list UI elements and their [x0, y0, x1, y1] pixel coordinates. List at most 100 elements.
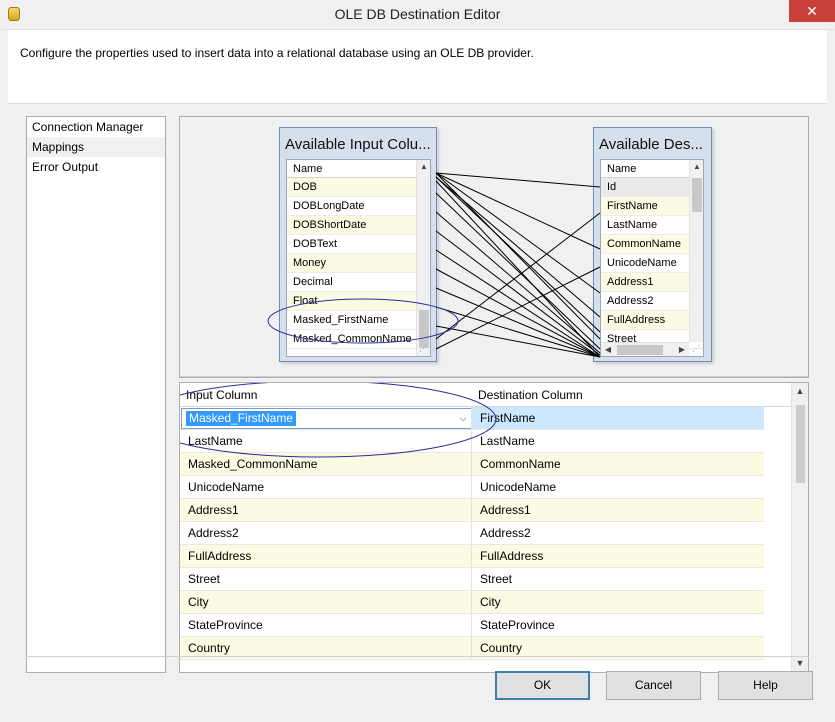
scroll-down-icon[interactable]: ▼: [792, 655, 808, 672]
grid-cell-input[interactable]: Address2: [180, 522, 472, 544]
input-list-item[interactable]: Decimal: [287, 273, 430, 292]
table-row[interactable]: UnicodeName UnicodeName: [180, 476, 764, 499]
dest-list-hscrollbar[interactable]: ◀ ▶: [601, 342, 689, 356]
grid-cell-input[interactable]: LastName: [180, 430, 472, 452]
grid-cell-input[interactable]: City: [180, 591, 472, 613]
scroll-up-icon[interactable]: ▲: [417, 160, 430, 174]
input-columns-title: Available Input Colu...: [285, 136, 431, 153]
mapping-line: [435, 249, 601, 358]
nav-item-error-output[interactable]: Error Output: [27, 157, 165, 177]
header-band: Configure the properties used to insert …: [8, 30, 827, 104]
dest-list-item[interactable]: Address1: [601, 273, 703, 292]
input-columns-list[interactable]: Name DOB DOBLongDate DOBShortDate DOBTex…: [286, 159, 431, 357]
mapping-line: [435, 325, 601, 358]
grid-cell-input[interactable]: FullAddress: [180, 545, 472, 567]
mapping-line: [435, 287, 601, 358]
grid-cell-destination[interactable]: CommonName: [472, 453, 764, 475]
grid-cell-input[interactable]: Address1: [180, 499, 472, 521]
grid-cell-destination[interactable]: FirstName: [472, 407, 764, 429]
scroll-up-icon[interactable]: ▲: [690, 160, 703, 174]
ok-button[interactable]: OK: [495, 671, 590, 700]
table-row[interactable]: Street Street: [180, 568, 764, 591]
table-row[interactable]: FullAddress FullAddress: [180, 545, 764, 568]
scroll-thumb[interactable]: [692, 178, 702, 212]
page-navigation: Connection Manager Mappings Error Output: [26, 116, 166, 673]
mapping-line: [435, 172, 601, 188]
input-list-scrollbar[interactable]: ▲: [416, 160, 430, 356]
chevron-down-icon[interactable]: ⌵: [455, 409, 471, 428]
grid-cell-destination[interactable]: UnicodeName: [472, 476, 764, 498]
mapping-line: [435, 192, 601, 350]
input-list-header: Name: [287, 160, 430, 178]
table-row[interactable]: StateProvince StateProvince: [180, 614, 764, 637]
cancel-button[interactable]: Cancel: [606, 671, 701, 700]
grid-cell-input[interactable]: Masked_CommonName: [180, 453, 472, 475]
header-description: Configure the properties used to insert …: [20, 46, 534, 60]
dest-list-item[interactable]: LastName: [601, 216, 703, 235]
input-columns-box[interactable]: Available Input Colu... Name DOB DOBLong…: [279, 127, 437, 362]
resize-grip-icon[interactable]: ⋰: [689, 342, 703, 356]
resize-grip-icon[interactable]: ⋰: [416, 342, 430, 356]
dest-list-item[interactable]: CommonName: [601, 235, 703, 254]
grid-cell-destination[interactable]: LastName: [472, 430, 764, 452]
input-list-item[interactable]: DOBLongDate: [287, 197, 430, 216]
input-list-item[interactable]: Masked_CommonName: [287, 330, 430, 349]
grid-cell-destination[interactable]: FullAddress: [472, 545, 764, 567]
input-column-dropdown[interactable]: Masked_FirstName ⌵: [181, 408, 471, 429]
dest-list-item[interactable]: FirstName: [601, 197, 703, 216]
input-list-item[interactable]: DOBText: [287, 235, 430, 254]
destination-columns-title: Available Des...: [599, 136, 703, 153]
mapping-line: [435, 306, 601, 358]
destination-columns-list[interactable]: Name Id FirstName LastName CommonName Un…: [600, 159, 704, 357]
grid-header: Input Column Destination Column: [180, 383, 792, 407]
grid-cell-input[interactable]: StateProvince: [180, 614, 472, 636]
grid-cell-input[interactable]: Masked_FirstName ⌵: [180, 407, 472, 429]
scroll-right-icon[interactable]: ▶: [675, 343, 689, 356]
dest-list-item[interactable]: FullAddress: [601, 311, 703, 330]
mapping-line: [435, 172, 601, 250]
grid-cell-destination[interactable]: Street: [472, 568, 764, 590]
table-row[interactable]: LastName LastName: [180, 430, 764, 453]
grid-cell-input[interactable]: UnicodeName: [180, 476, 472, 498]
mapping-line: [435, 266, 601, 350]
scroll-left-icon[interactable]: ◀: [601, 343, 615, 356]
grid-cell-input[interactable]: Street: [180, 568, 472, 590]
input-list-item[interactable]: Money: [287, 254, 430, 273]
input-list-item[interactable]: DOBShortDate: [287, 216, 430, 235]
mappings-grid[interactable]: Input Column Destination Column Masked_F…: [179, 382, 809, 673]
grid-cell-destination[interactable]: Address1: [472, 499, 764, 521]
dest-list-vscrollbar[interactable]: ▲: [689, 160, 703, 342]
table-row[interactable]: Masked_CommonName CommonName: [180, 453, 764, 476]
grid-cell-destination[interactable]: Address2: [472, 522, 764, 544]
nav-item-mappings[interactable]: Mappings: [27, 137, 165, 157]
mapping-line: [435, 211, 601, 354]
grid-scrollbar[interactable]: ▲ ▼: [791, 383, 808, 672]
scroll-thumb[interactable]: [617, 345, 663, 355]
table-row[interactable]: City City: [180, 591, 764, 614]
help-button[interactable]: Help: [718, 671, 813, 700]
scroll-thumb[interactable]: [796, 405, 805, 483]
dest-list-item[interactable]: Address2: [601, 292, 703, 311]
grid-cell-destination[interactable]: StateProvince: [472, 614, 764, 636]
nav-item-connection-manager[interactable]: Connection Manager: [27, 117, 165, 137]
table-row[interactable]: Address1 Address1: [180, 499, 764, 522]
close-button[interactable]: ✕: [789, 0, 835, 22]
mapping-line: [435, 172, 601, 340]
input-list-item[interactable]: Float: [287, 292, 430, 311]
dest-list-item[interactable]: UnicodeName: [601, 254, 703, 273]
input-list-item[interactable]: Masked_FirstName: [287, 311, 430, 330]
mapping-line: [435, 176, 601, 318]
input-list-item[interactable]: DOB: [287, 178, 430, 197]
mapping-diagram[interactable]: Available Input Colu... Name DOB DOBLong…: [179, 116, 809, 378]
scroll-up-icon[interactable]: ▲: [792, 383, 808, 400]
grid-header-input[interactable]: Input Column: [186, 388, 257, 402]
dest-list-item[interactable]: Id: [601, 178, 703, 197]
grid-cell-destination[interactable]: City: [472, 591, 764, 613]
dropdown-value: Masked_FirstName: [186, 411, 297, 426]
window-title: OLE DB Destination Editor: [334, 6, 501, 22]
table-row[interactable]: Address2 Address2: [180, 522, 764, 545]
destination-columns-box[interactable]: Available Des... Name Id FirstName LastN…: [593, 127, 712, 362]
table-row[interactable]: Masked_FirstName ⌵ FirstName: [180, 407, 764, 430]
grid-header-destination[interactable]: Destination Column: [478, 388, 583, 402]
diagram-canvas: Available Input Colu... Name DOB DOBLong…: [180, 117, 808, 377]
